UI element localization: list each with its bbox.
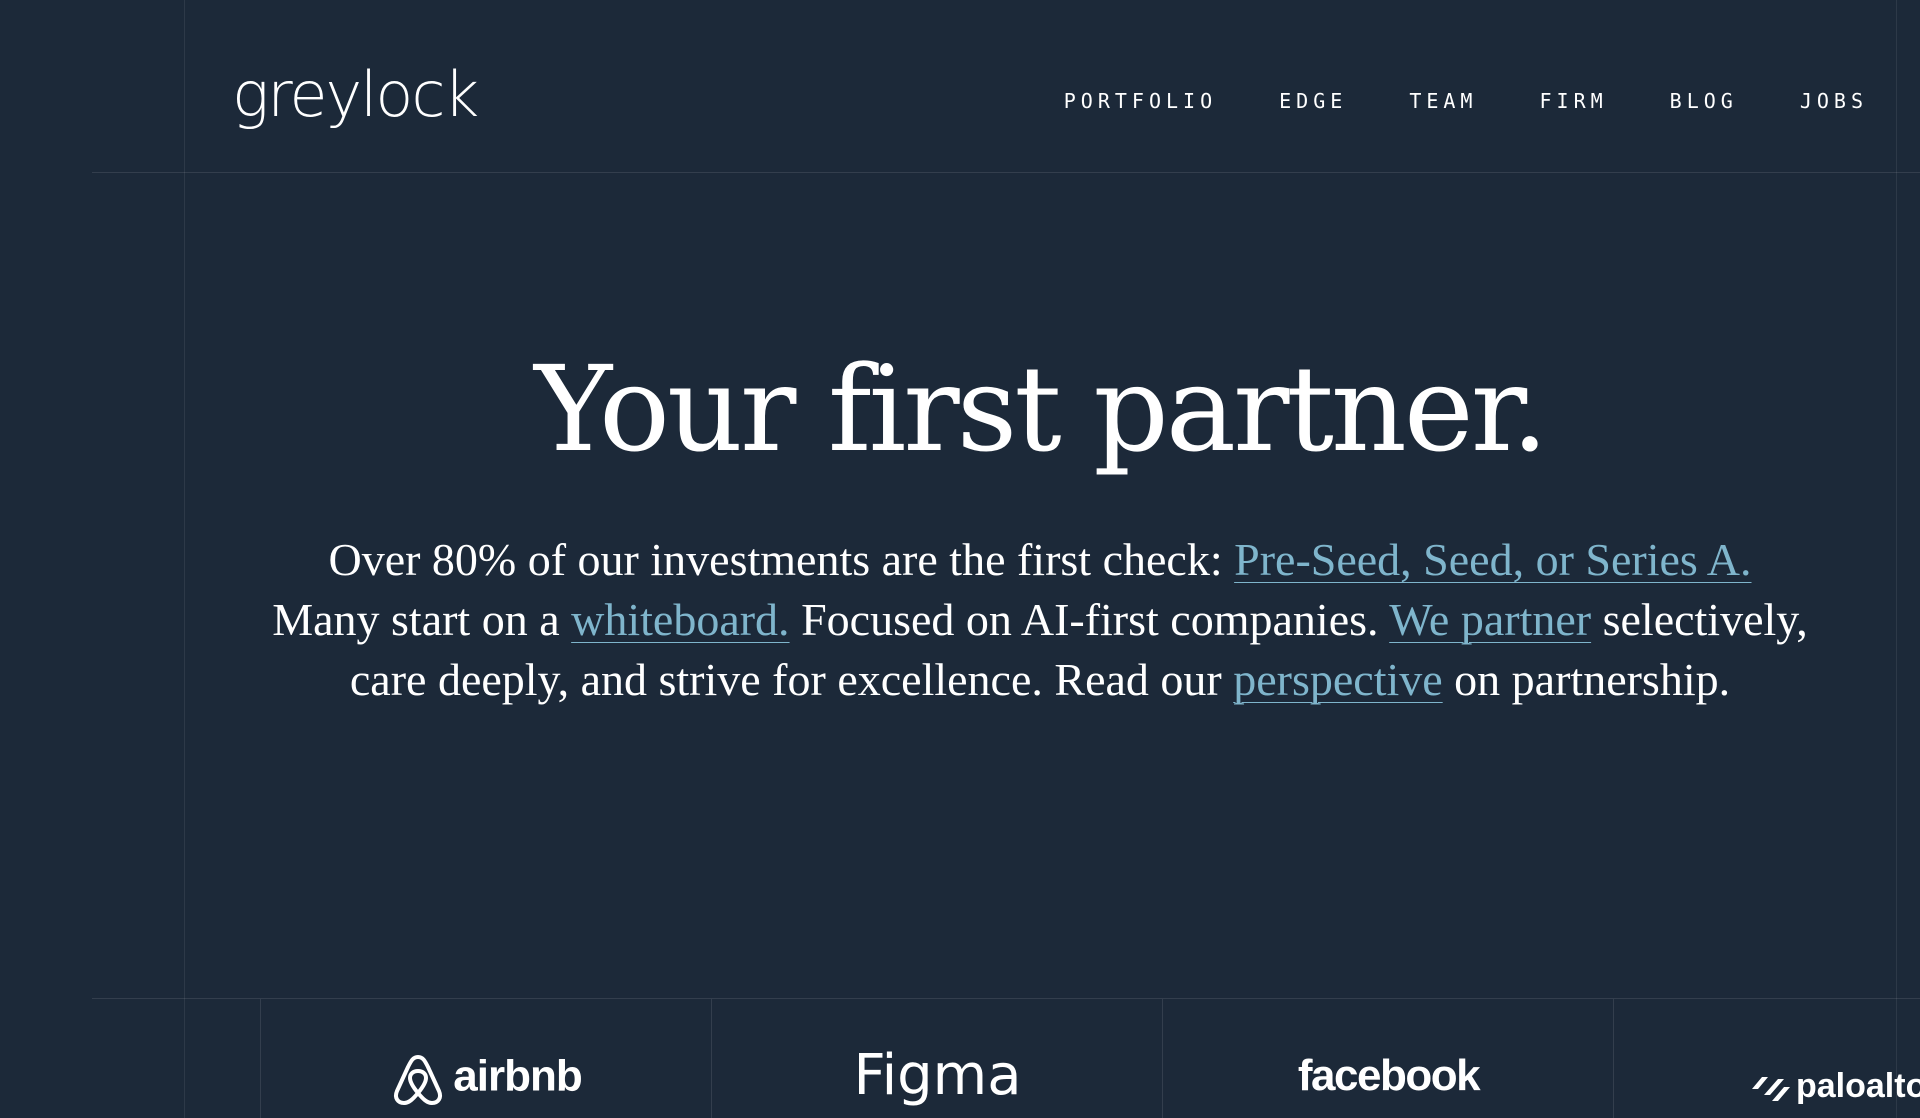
logo-cell-airbnb[interactable]: airbnb: [260, 999, 712, 1118]
facebook-wordmark: facebook: [1297, 1051, 1481, 1100]
paloalto-logo-icon: [1752, 1077, 1790, 1102]
paloalto-wordmark: paloalto: [1796, 1067, 1920, 1105]
header-divider: [92, 172, 1920, 173]
nav-jobs[interactable]: JOBS: [1800, 89, 1868, 113]
whiteboard-link[interactable]: whiteboard.: [571, 594, 789, 645]
paloalto-brand: paloalto: [1750, 1067, 1920, 1106]
hero-text-5: on partnership.: [1442, 654, 1731, 705]
hero-title: Your first partner.: [534, 340, 1548, 478]
logo-cell-figma[interactable]: Figma: [711, 999, 1163, 1118]
nav-blog[interactable]: BLOG: [1670, 89, 1738, 113]
portfolio-logos: airbnb Figma facebook paloalto: [92, 999, 1920, 1118]
greylock-logo[interactable]: greylock: [232, 64, 479, 126]
nav-portfolio[interactable]: PORTFOLIO: [1064, 89, 1217, 113]
partner-link[interactable]: We partner: [1389, 594, 1591, 645]
airbnb-logo-icon: [394, 1055, 443, 1105]
grid-line-right: [1896, 0, 1897, 1118]
stages-link[interactable]: Pre-Seed, Seed, or Series A.: [1234, 534, 1751, 585]
airbnb-brand: airbnb: [261, 1051, 712, 1107]
hero-text-3: Focused on AI-first companies.: [789, 594, 1390, 645]
nav-team[interactable]: TEAM: [1409, 89, 1477, 113]
grid-line-left: [184, 0, 185, 1118]
hero-text-2: Many start on a: [272, 594, 572, 645]
nav-edge[interactable]: EDGE: [1279, 89, 1347, 113]
main-nav: PORTFOLIO EDGE TEAM FIRM BLOG JOBS: [1002, 89, 1868, 113]
perspective-link[interactable]: perspective: [1233, 654, 1442, 705]
figma-wordmark: Figma: [853, 1043, 1022, 1108]
logo-cell-facebook[interactable]: facebook: [1162, 999, 1614, 1118]
hero-text-1: Over 80% of our investments are the firs…: [328, 534, 1235, 585]
airbnb-wordmark: airbnb: [453, 1051, 582, 1101]
logo-cell-paloalto[interactable]: paloalto: [1613, 999, 1920, 1118]
nav-firm[interactable]: FIRM: [1539, 89, 1607, 113]
hero-description: Over 80% of our investments are the firs…: [270, 530, 1810, 710]
